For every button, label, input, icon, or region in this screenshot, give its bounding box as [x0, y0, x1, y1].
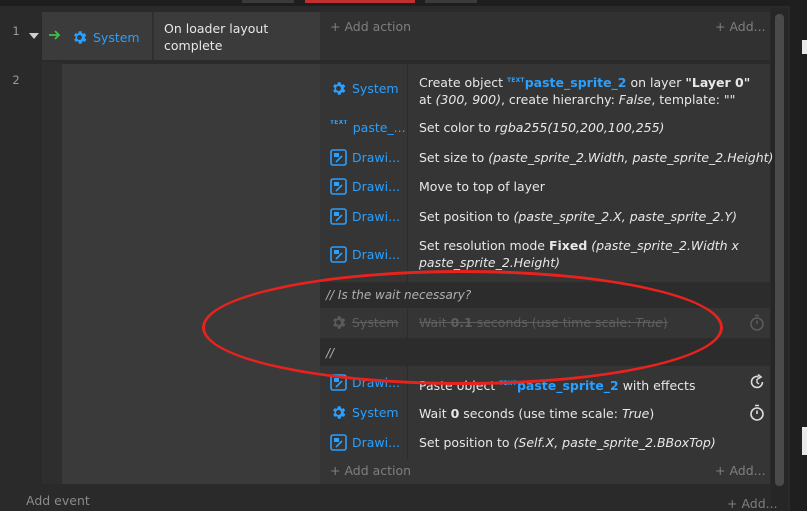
action-object[interactable]: Drawi... — [330, 434, 400, 451]
action-text[interactable]: Set size to (paste_sprite_2.Width, paste… — [419, 149, 773, 166]
drawing-canvas-icon — [330, 208, 347, 225]
gear-icon — [71, 29, 88, 46]
action-object[interactable]: Drawi... — [330, 178, 400, 195]
action-object[interactable]: Drawi... — [330, 149, 400, 166]
gear-icon — [330, 80, 347, 97]
add-action-button[interactable]: + Add action — [330, 19, 411, 34]
action-object[interactable]: Drawi... — [330, 208, 400, 225]
gear-icon — [330, 404, 347, 421]
drawing-canvas-icon — [330, 246, 347, 263]
drawing-canvas-icon — [330, 374, 347, 391]
sub-event-condition-block[interactable] — [62, 62, 320, 484]
action-text[interactable]: Move to top of layer — [419, 178, 545, 195]
scrollbar-thumb[interactable] — [775, 14, 784, 486]
action-object[interactable]: Drawi... — [330, 374, 400, 391]
add-action-button[interactable]: + Add action — [330, 463, 411, 478]
event-indent-bar — [42, 62, 62, 484]
top-tab-strip — [0, 0, 807, 6]
disabled-action-object[interactable]: System — [330, 314, 399, 331]
drawing-canvas-icon — [330, 149, 347, 166]
event-number: 1 — [12, 24, 20, 38]
action-text[interactable]: Set position to (Self.X, paste_sprite_2.… — [419, 434, 716, 451]
vertical-scrollbar[interactable] — [771, 8, 788, 511]
collapse-arrow-icon[interactable] — [29, 33, 39, 39]
action-object[interactable]: TEXT paste_... — [330, 120, 406, 135]
action-text[interactable]: Set position to (paste_sprite_2.X, paste… — [419, 208, 737, 225]
condition-text[interactable]: On loader layout complete — [164, 20, 314, 54]
action-text[interactable]: Paste object TEXTpaste_sprite_2 with eff… — [419, 375, 695, 394]
action-text[interactable]: Wait 0 seconds (use time scale: True) — [419, 405, 654, 422]
action-text[interactable]: Set resolution mode Fixed (paste_sprite_… — [419, 237, 759, 271]
drawing-canvas-icon — [330, 434, 347, 451]
action-object[interactable]: System — [330, 404, 399, 421]
add-event-button[interactable]: Add event — [26, 493, 90, 508]
action-object[interactable]: System — [330, 80, 399, 97]
async-refresh-icon — [749, 374, 765, 390]
action-text[interactable]: Set color to rgba255(150,200,100,255) — [419, 119, 664, 136]
disabled-action-text[interactable]: Wait 0.1 seconds (use time scale: True) — [419, 314, 668, 331]
condition-object[interactable]: System — [71, 29, 140, 46]
action-object[interactable]: Drawi... — [330, 246, 400, 263]
event-number: 2 — [12, 73, 20, 87]
text-badge-icon: TEXT — [499, 380, 517, 387]
comment-row[interactable]: // — [320, 338, 770, 366]
text-badge-icon: TEXT — [330, 120, 348, 126]
action-text[interactable]: Create object TEXTpaste_sprite_2 on laye… — [419, 72, 764, 108]
add-more-button[interactable]: + Add... — [727, 496, 778, 511]
side-panel-edge — [790, 0, 807, 511]
stopwatch-icon — [749, 314, 765, 331]
drawing-canvas-icon — [330, 178, 347, 195]
text-badge-icon: TEXT — [507, 77, 525, 84]
stopwatch-icon — [749, 404, 765, 421]
gear-icon — [330, 314, 347, 331]
trigger-arrow-icon — [49, 30, 61, 40]
add-more-button[interactable]: + Add... — [715, 19, 766, 34]
add-more-button[interactable]: + Add... — [715, 463, 766, 478]
comment-row[interactable]: // Is the wait necessary? — [320, 282, 770, 308]
